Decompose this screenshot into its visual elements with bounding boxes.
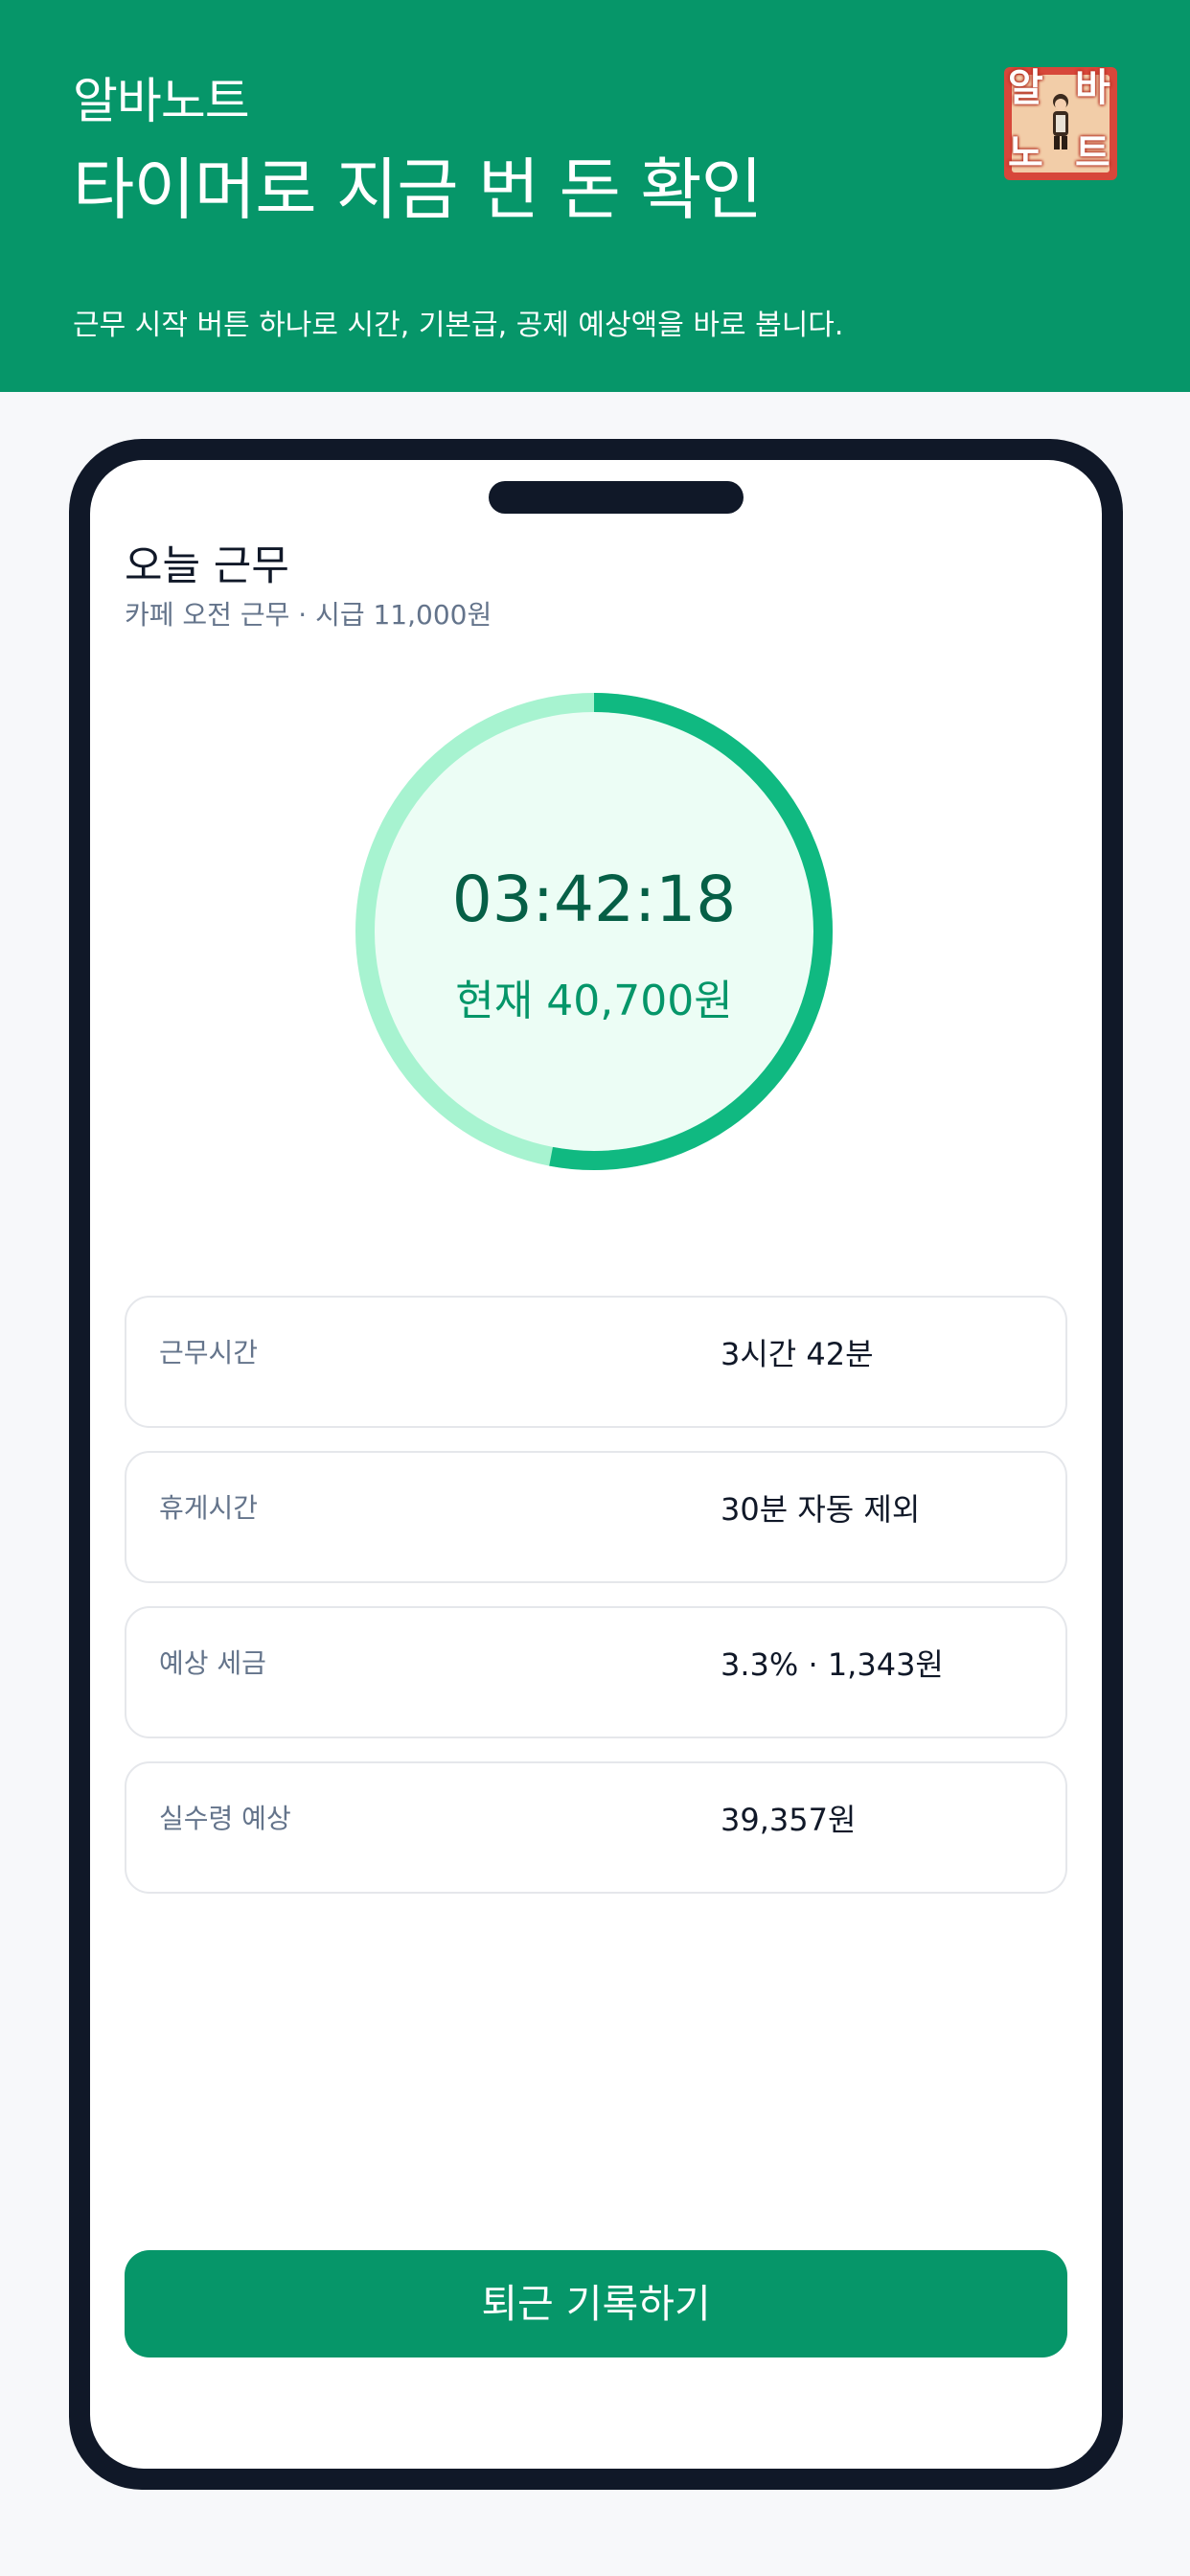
- stat-value: 39,357원: [721, 1802, 857, 1838]
- stat-row-net-pay: 실수령 예상 39,357원: [125, 1761, 1067, 1894]
- checkout-button[interactable]: 퇴근 기록하기: [125, 2250, 1067, 2358]
- stat-row-estimated-tax: 예상 세금 3.3% · 1,343원: [125, 1606, 1067, 1738]
- app-logo: 알 바 노 트: [1004, 67, 1117, 180]
- stat-label: 예상 세금: [159, 1647, 266, 1679]
- phone-frame: 오늘 근무 카페 오전 근무 · 시급 11,000원 03:42:18 현재 …: [69, 439, 1123, 2490]
- stat-value: 3.3% · 1,343원: [721, 1646, 944, 1683]
- elapsed-timer: 03:42:18: [451, 862, 737, 936]
- section-subtitle: 카페 오전 근무 · 시급 11,000원: [125, 599, 492, 631]
- logo-char: 트: [1075, 131, 1110, 175]
- current-earnings: 현재 40,700원: [455, 977, 733, 1025]
- hero-banner: 알바노트 타이머로 지금 번 돈 확인 근무 시작 버튼 하나로 시간, 기본급…: [0, 0, 1190, 392]
- logo-char: 노: [1008, 131, 1043, 175]
- phone-notch: [489, 481, 744, 514]
- phone-screen: 오늘 근무 카페 오전 근무 · 시급 11,000원 03:42:18 현재 …: [90, 460, 1102, 2469]
- logo-char: 바: [1075, 67, 1110, 110]
- stat-row-work-time: 근무시간 3시간 42분: [125, 1296, 1067, 1428]
- logo-char: 알: [1008, 67, 1043, 110]
- section-title: 오늘 근무: [125, 542, 289, 590]
- stat-row-break-time: 휴게시간 30분 자동 제외: [125, 1451, 1067, 1583]
- stat-value: 3시간 42분: [721, 1336, 874, 1372]
- stat-label: 실수령 예상: [159, 1803, 291, 1834]
- stat-value: 30분 자동 제외: [721, 1491, 921, 1528]
- stat-label: 근무시간: [159, 1337, 259, 1368]
- stat-label: 휴게시간: [159, 1492, 259, 1524]
- app-name: 알바노트: [73, 74, 250, 130]
- subline: 근무 시작 버튼 하나로 시간, 기본급, 공제 예상액을 바로 봅니다.: [73, 309, 844, 342]
- headline: 타이머로 지금 번 돈 확인: [73, 150, 763, 229]
- barista-figure-icon: [1053, 94, 1068, 150]
